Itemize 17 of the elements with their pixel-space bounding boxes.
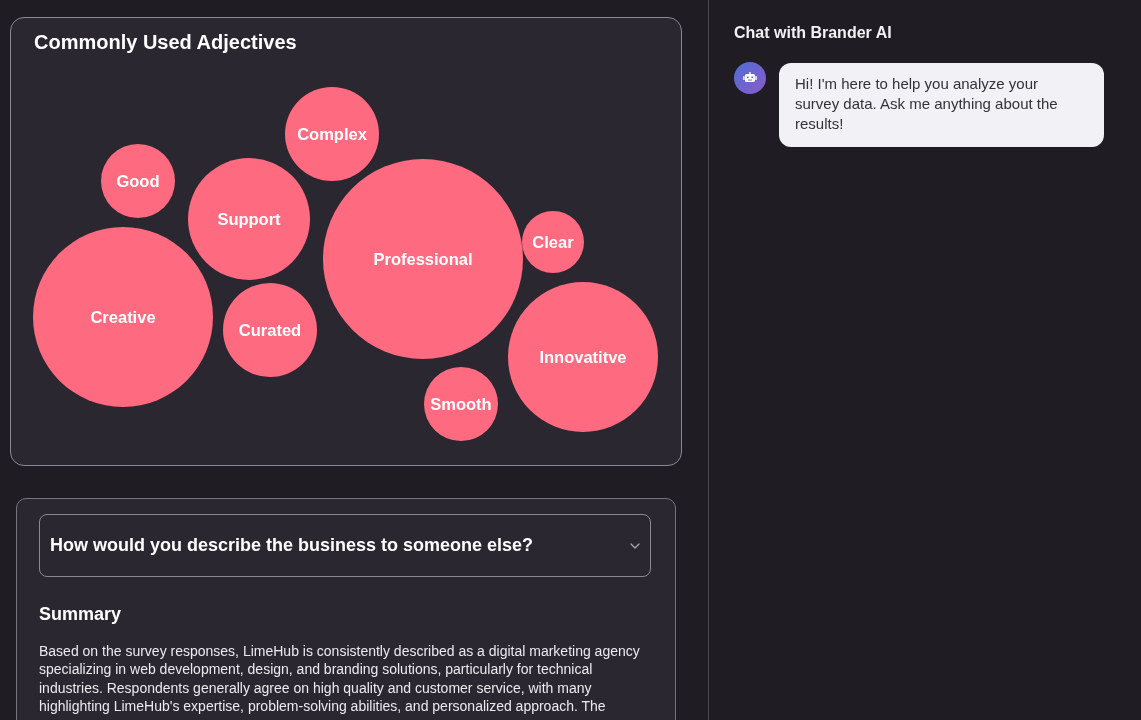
adjective-bubble: Innovatitve (508, 282, 658, 432)
chevron-down-icon (630, 542, 640, 549)
chat-title: Chat with Brander AI (734, 23, 892, 43)
adjective-bubble: Support (188, 158, 310, 280)
adjective-bubble: Good (101, 144, 175, 218)
summary-heading: Summary (39, 603, 122, 625)
adjective-bubble: Professional (323, 159, 523, 359)
robot-avatar-icon (734, 62, 766, 94)
adjective-bubble: Creative (33, 227, 213, 407)
adjective-bubble: Curated (223, 283, 317, 377)
adjective-bubble: Smooth (424, 367, 498, 441)
card-title: Commonly Used Adjectives (33, 30, 297, 54)
chat-message: Hi! I'm here to help you analyze your survey data. Ask me anything about the results! (779, 63, 1104, 147)
adjective-bubble: Clear (522, 211, 584, 273)
summary-text: Based on the survey responses, LimeHub is consistently described as a digital marketing agency specializing in web development, design, and branding solutions, particularly for technical industries. Respondents generally agree on high quality and customer service, with many highlighting LimeHub's expertise, problem-solving abilities, and personalized approach. The (39, 642, 641, 716)
adjective-bubble: Complex (285, 87, 379, 181)
question-dropdown[interactable]: How would you describe the business to someone else? (39, 514, 651, 577)
